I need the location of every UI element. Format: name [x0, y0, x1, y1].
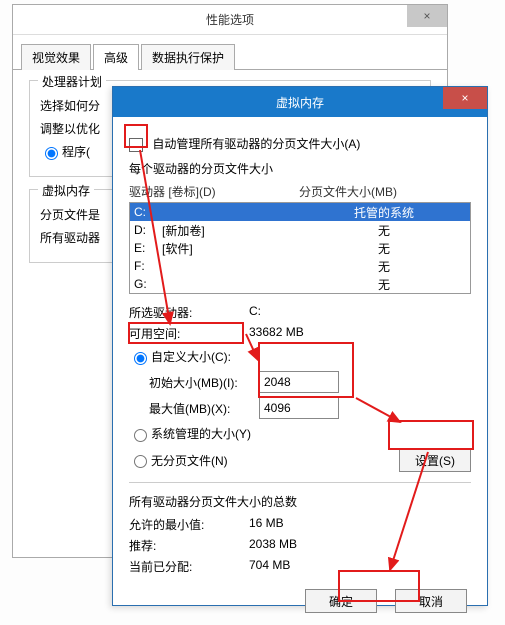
drives-list[interactable]: C:托管的系统D:[新加卷]无E:[软件]无F:无G:无 [129, 202, 471, 294]
drive-row[interactable]: F: 无 [130, 257, 470, 275]
vm-close-button[interactable]: × [443, 87, 487, 109]
cancel-button[interactable]: 取消 [395, 589, 467, 613]
custom-size-radio[interactable] [134, 352, 147, 365]
no-paging-row: 无分页文件(N) 设置(S) [129, 448, 471, 472]
rec-label: 推荐: [129, 537, 249, 554]
system-managed-row: 系统管理的大小(Y) [129, 425, 471, 442]
selected-drive-value: C: [249, 304, 261, 321]
drive-row[interactable]: D:[新加卷]无 [130, 221, 470, 239]
drive-row[interactable]: C: 托管的系统 [130, 203, 470, 221]
programs-radio[interactable] [45, 147, 58, 160]
rec-value: 2038 MB [249, 537, 297, 554]
virtual-memory-window: 虚拟内存 × 自动管理所有驱动器的分页文件大小(A) 每个驱动器的分页文件大小 … [112, 86, 488, 606]
drives-header: 驱动器 [卷标](D) 分页文件大小(MB) [129, 183, 471, 200]
programs-label: 程序( [62, 143, 90, 160]
perf-close-button[interactable]: × [407, 5, 447, 27]
set-button[interactable]: 设置(S) [399, 448, 471, 472]
drive-row[interactable]: G: 无 [130, 275, 470, 293]
perf-title: 性能选项 [206, 11, 254, 28]
free-space-label: 可用空间: [129, 325, 249, 342]
tab-visual-effects[interactable]: 视觉效果 [21, 44, 91, 70]
selected-drive-label: 所选驱动器: [129, 304, 249, 321]
no-paging-radio[interactable] [134, 455, 147, 468]
min-value: 16 MB [249, 516, 284, 533]
initial-size-input[interactable] [259, 371, 339, 393]
dialog-buttons: 确定 取消 [129, 589, 471, 613]
perf-titlebar: 性能选项 × [13, 5, 447, 35]
max-size-input[interactable] [259, 397, 339, 419]
max-size-row: 最大值(MB)(X): [149, 397, 471, 419]
cur-label: 当前已分配: [129, 558, 249, 575]
system-managed-label: 系统管理的大小(Y) [151, 425, 251, 442]
initial-size-row: 初始大小(MB)(I): [149, 371, 471, 393]
max-size-label: 最大值(MB)(X): [149, 400, 259, 417]
drive-size: 无 [302, 258, 466, 275]
drive-row[interactable]: E:[软件]无 [130, 239, 470, 257]
system-managed-radio[interactable] [134, 429, 147, 442]
vm-titlebar: 虚拟内存 × [113, 87, 487, 117]
drive-letter: F: [134, 259, 162, 273]
drive-letter: E: [134, 241, 162, 255]
totals-legend: 所有驱动器分页文件大小的总数 [129, 493, 471, 510]
col-size-label: 分页文件大小(MB) [299, 183, 397, 200]
tab-dep[interactable]: 数据执行保护 [141, 44, 235, 70]
drive-label: [新加卷] [162, 222, 302, 239]
drive-size: 无 [302, 276, 466, 293]
tab-advanced[interactable]: 高级 [93, 44, 139, 70]
col-drive-label: 驱动器 [卷标](D) [129, 183, 299, 200]
drive-letter: D: [134, 223, 162, 237]
min-row: 允许的最小值: 16 MB [129, 516, 471, 533]
selected-drive-row: 所选驱动器: C: [129, 304, 471, 321]
drive-size: 无 [302, 222, 466, 239]
drive-size: 托管的系统 [302, 204, 466, 221]
processor-scheduling-legend: 处理器计划 [38, 73, 106, 90]
cur-value: 704 MB [249, 558, 290, 575]
drive-size: 无 [302, 240, 466, 257]
perf-tabs: 视觉效果 高级 数据执行保护 [13, 35, 447, 70]
ok-button[interactable]: 确定 [305, 589, 377, 613]
initial-size-label: 初始大小(MB)(I): [149, 374, 259, 391]
separator [129, 482, 471, 483]
auto-manage-row: 自动管理所有驱动器的分页文件大小(A) [129, 135, 471, 152]
vm-title: 虚拟内存 [276, 94, 324, 111]
close-icon: × [423, 9, 430, 23]
custom-size-row: 自定义大小(C): [129, 348, 471, 365]
drive-label: [软件] [162, 240, 302, 257]
virtual-memory-legend: 虚拟内存 [38, 182, 94, 199]
no-paging-label: 无分页文件(N) [151, 452, 228, 469]
min-label: 允许的最小值: [129, 516, 249, 533]
close-icon: × [461, 91, 468, 105]
free-space-value: 33682 MB [249, 325, 304, 342]
cur-row: 当前已分配: 704 MB [129, 558, 471, 575]
custom-size-label: 自定义大小(C): [151, 348, 231, 365]
auto-manage-label: 自动管理所有驱动器的分页文件大小(A) [152, 137, 360, 151]
auto-manage-checkbox[interactable] [129, 138, 143, 152]
each-drive-label: 每个驱动器的分页文件大小 [129, 160, 471, 177]
vm-body: 自动管理所有驱动器的分页文件大小(A) 每个驱动器的分页文件大小 驱动器 [卷标… [113, 117, 487, 625]
drive-letter: C: [134, 205, 162, 219]
rec-row: 推荐: 2038 MB [129, 537, 471, 554]
drive-letter: G: [134, 277, 162, 291]
free-space-row: 可用空间: 33682 MB [129, 325, 471, 342]
